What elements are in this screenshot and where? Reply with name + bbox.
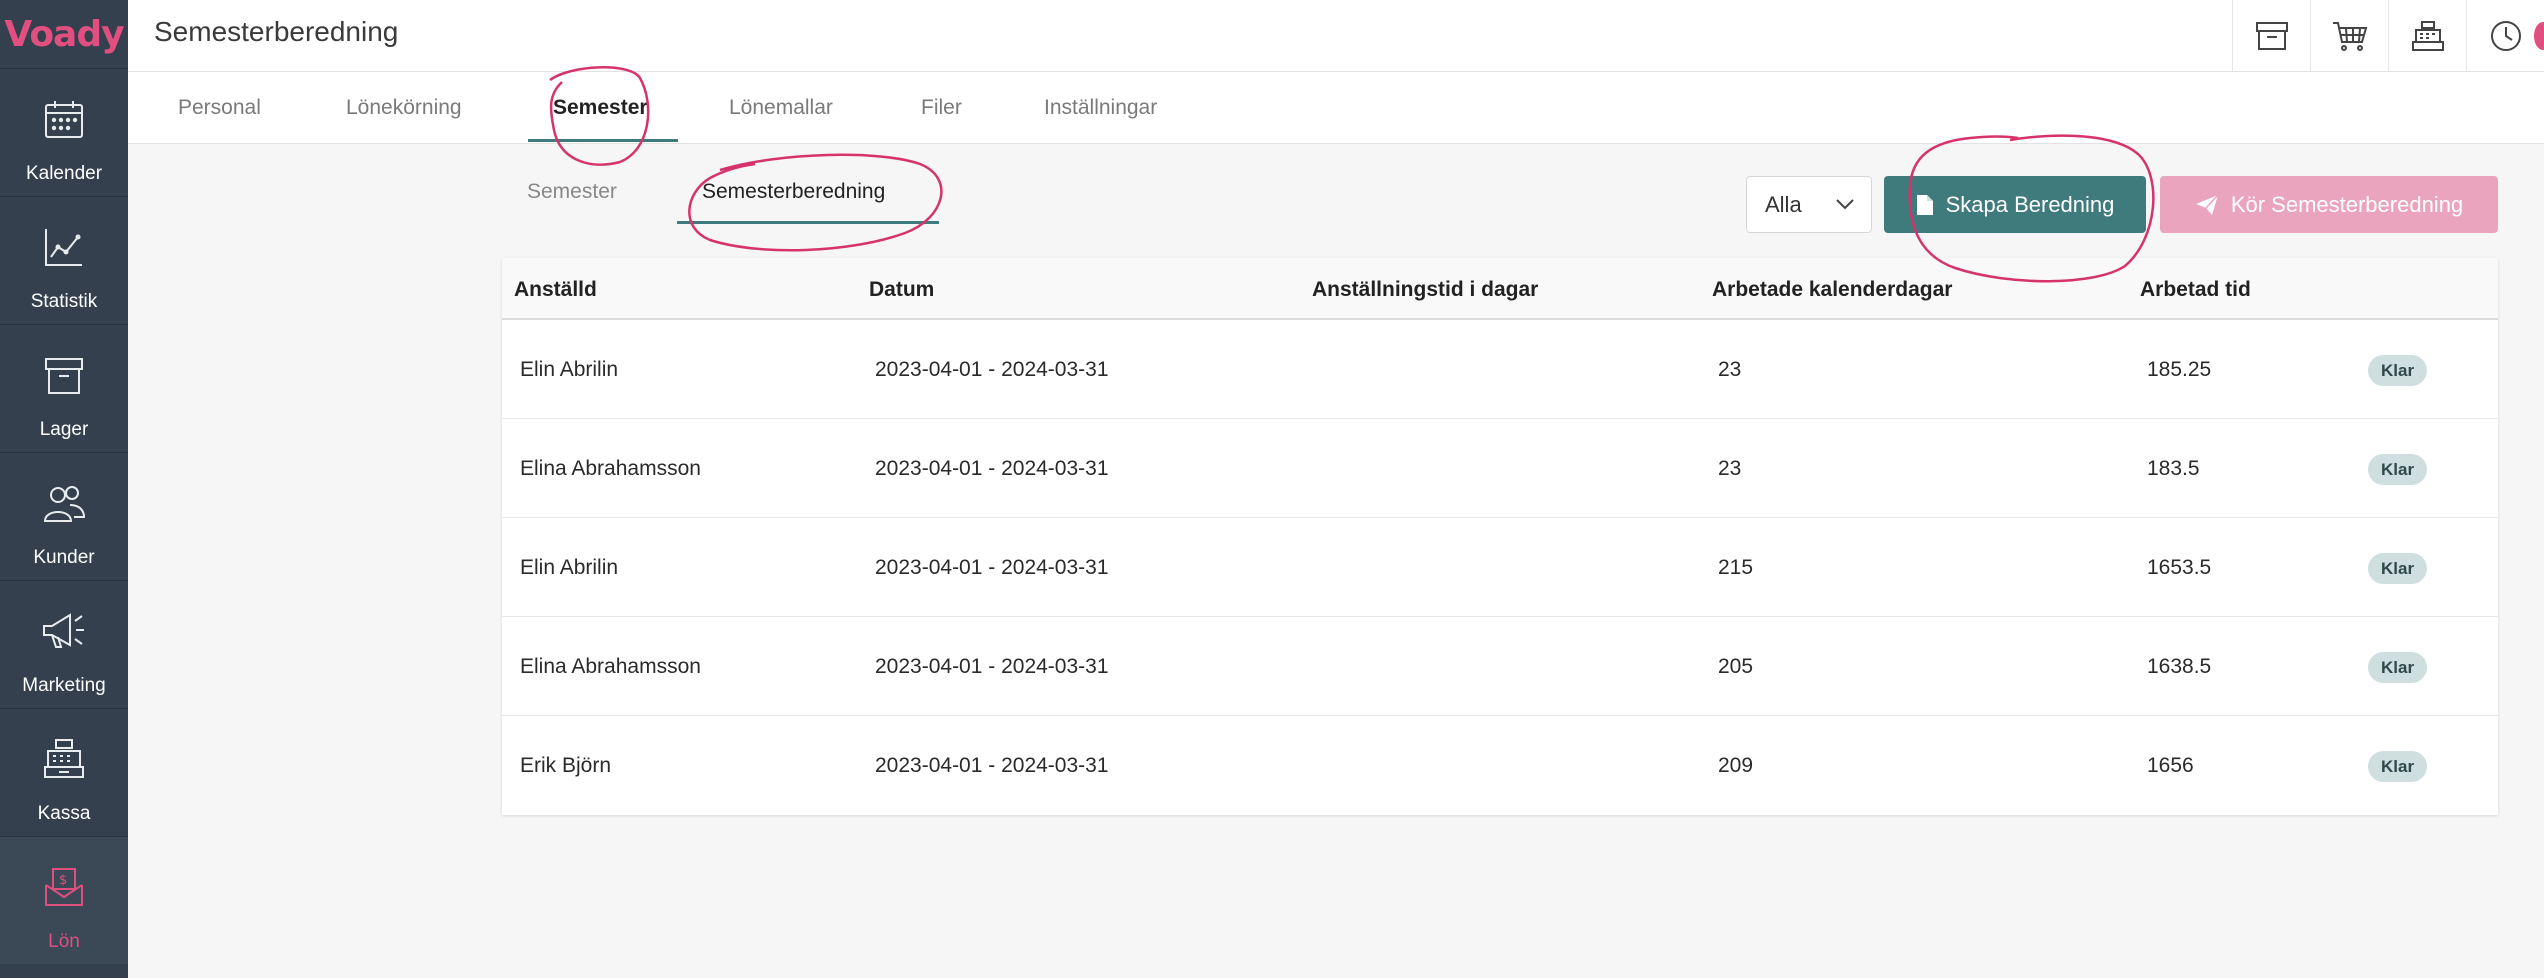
paper-plane-icon bbox=[2195, 193, 2219, 215]
column-header-worked-days[interactable]: Arbetade kalenderdagar bbox=[1712, 278, 1952, 302]
tab-filer[interactable]: Filer bbox=[921, 96, 962, 120]
document-icon bbox=[1916, 194, 1933, 215]
column-header-worked-time[interactable]: Arbetad tid bbox=[2140, 278, 2251, 302]
column-header-date[interactable]: Datum bbox=[869, 278, 934, 302]
cell-worked-days: 23 bbox=[1718, 457, 1742, 480]
cell-worked-days: 215 bbox=[1718, 556, 1754, 579]
clock-icon bbox=[2490, 21, 2521, 51]
sidebar-item-label: Lön bbox=[48, 931, 80, 952]
tab-semester[interactable]: Semester bbox=[553, 96, 648, 120]
payroll-icon: $ bbox=[36, 859, 92, 915]
history-button[interactable] bbox=[2466, 0, 2544, 72]
page-title: Semesterberedning bbox=[154, 16, 399, 47]
chart-icon bbox=[36, 219, 92, 275]
archive-icon bbox=[2255, 22, 2288, 50]
sidebar-item-marketing[interactable]: Marketing bbox=[0, 580, 128, 708]
tab-installningar[interactable]: Inställningar bbox=[1044, 96, 1157, 120]
column-header-employee[interactable]: Anställd bbox=[514, 278, 597, 302]
cell-worked-time: 1656 bbox=[2147, 754, 2194, 777]
sidebar-item-label: Kassa bbox=[37, 803, 91, 824]
subtab-semester[interactable]: Semester bbox=[527, 180, 617, 204]
status-badge: Klar bbox=[2368, 652, 2428, 683]
active-subtab-indicator bbox=[677, 221, 939, 224]
cell-worked-days: 23 bbox=[1718, 358, 1742, 381]
calendar-icon bbox=[36, 91, 92, 147]
table-row[interactable]: Elina Abrahamsson 2023-04-01 - 2024-03-31… bbox=[502, 617, 2498, 716]
table-row[interactable]: Elina Abrahamsson 2023-04-01 - 2024-03-31… bbox=[502, 419, 2498, 518]
top-actions bbox=[2232, 0, 2544, 72]
app-logo[interactable]: Voady bbox=[0, 0, 128, 68]
create-preparation-label: Skapa Beredning bbox=[1945, 191, 2115, 217]
status-badge: Klar bbox=[2368, 553, 2428, 584]
tab-lonemallar[interactable]: Lönemallar bbox=[729, 96, 833, 120]
cell-worked-time: 1653.5 bbox=[2147, 556, 2212, 579]
table-body: Elin Abrilin 2023-04-01 - 2024-03-31 23 185… bbox=[502, 320, 2498, 815]
status-badge: Klar bbox=[2368, 355, 2428, 386]
cell-worked-days: 209 bbox=[1718, 754, 1754, 777]
cell-employee: Elin Abrilin bbox=[520, 358, 619, 381]
sidebar-item-statistik[interactable]: Statistik bbox=[0, 196, 128, 324]
cart-button[interactable] bbox=[2310, 0, 2388, 72]
sidebar: Voady Kalender Statistik Lager Kunder Ma… bbox=[0, 0, 128, 978]
users-icon bbox=[36, 475, 92, 531]
cell-employee: Erik Björn bbox=[520, 754, 612, 777]
run-vacation-preparation-button[interactable]: Kör Semesterberedning bbox=[2160, 176, 2498, 233]
cell-date: 2023-04-01 - 2024-03-31 bbox=[875, 358, 1109, 381]
register-button[interactable] bbox=[2388, 0, 2466, 72]
status-filter-select[interactable]: Alla bbox=[1746, 176, 1872, 233]
column-header-employment-days[interactable]: Anställningstid i dagar bbox=[1312, 278, 1538, 302]
table-row[interactable]: Elin Abrilin 2023-04-01 - 2024-03-31 23 185… bbox=[502, 320, 2498, 419]
cart-icon bbox=[2332, 22, 2367, 51]
sidebar-item-label: Kunder bbox=[33, 547, 95, 568]
status-filter-value: Alla bbox=[1765, 191, 1802, 217]
cell-worked-time: 183.5 bbox=[2147, 457, 2200, 480]
cell-worked-time: 1638.5 bbox=[2147, 655, 2212, 678]
sidebar-item-kalender[interactable]: Kalender bbox=[0, 68, 128, 196]
sidebar-item-lager[interactable]: Lager bbox=[0, 324, 128, 452]
sidebar-item-kassa[interactable]: Kassa bbox=[0, 708, 128, 836]
main-tabs: Personal Lönekörning Semester Lönemallar… bbox=[128, 72, 2544, 144]
megaphone-icon bbox=[36, 603, 92, 659]
cell-date: 2023-04-01 - 2024-03-31 bbox=[875, 754, 1109, 777]
register-icon bbox=[2411, 21, 2444, 51]
register-icon bbox=[36, 731, 92, 787]
status-badge: Klar bbox=[2368, 751, 2428, 782]
tab-lonekorning[interactable]: Lönekörning bbox=[346, 96, 462, 120]
table-row[interactable]: Elin Abrilin 2023-04-01 - 2024-03-31 215 16… bbox=[502, 518, 2498, 617]
cell-date: 2023-04-01 - 2024-03-31 bbox=[875, 457, 1109, 480]
sidebar-item-label: Kalender bbox=[25, 163, 103, 184]
cell-employee: Elina Abrahamsson bbox=[520, 457, 701, 480]
chevron-down-icon bbox=[1836, 199, 1854, 210]
sidebar-item-kunder[interactable]: Kunder bbox=[0, 452, 128, 580]
table-header: Anställd Datum Anställningstid i dagar A… bbox=[502, 258, 2498, 320]
archive-icon bbox=[36, 347, 92, 403]
create-preparation-button[interactable]: Skapa Beredning bbox=[1884, 176, 2146, 233]
sidebar-item-lon[interactable]: $ Lön bbox=[0, 836, 128, 964]
cell-date: 2023-04-01 - 2024-03-31 bbox=[875, 655, 1109, 678]
sidebar-item-label: Marketing bbox=[22, 675, 106, 696]
tab-personal[interactable]: Personal bbox=[178, 96, 261, 120]
cell-employee: Elin Abrilin bbox=[520, 556, 619, 579]
sidebar-item-label: Lager bbox=[39, 419, 89, 440]
active-tab-indicator bbox=[528, 139, 678, 142]
svg-text:$: $ bbox=[59, 873, 67, 888]
run-vacation-preparation-label: Kör Semesterberedning bbox=[2230, 191, 2464, 217]
archive-button[interactable] bbox=[2232, 0, 2310, 72]
table-row[interactable]: Erik Björn 2023-04-01 - 2024-03-31 209 1656… bbox=[502, 716, 2498, 815]
top-bar: Semesterberedning bbox=[128, 0, 2544, 72]
vacation-preparation-table: Anställd Datum Anställningstid i dagar A… bbox=[502, 258, 2498, 815]
subtab-semesterberedning[interactable]: Semesterberedning bbox=[702, 180, 885, 204]
cell-employee: Elina Abrahamsson bbox=[520, 655, 701, 678]
cell-worked-time: 185.25 bbox=[2147, 358, 2212, 381]
sidebar-item-label: Statistik bbox=[30, 291, 98, 312]
cell-worked-days: 205 bbox=[1718, 655, 1754, 678]
cell-date: 2023-04-01 - 2024-03-31 bbox=[875, 556, 1109, 579]
status-badge: Klar bbox=[2368, 454, 2428, 485]
